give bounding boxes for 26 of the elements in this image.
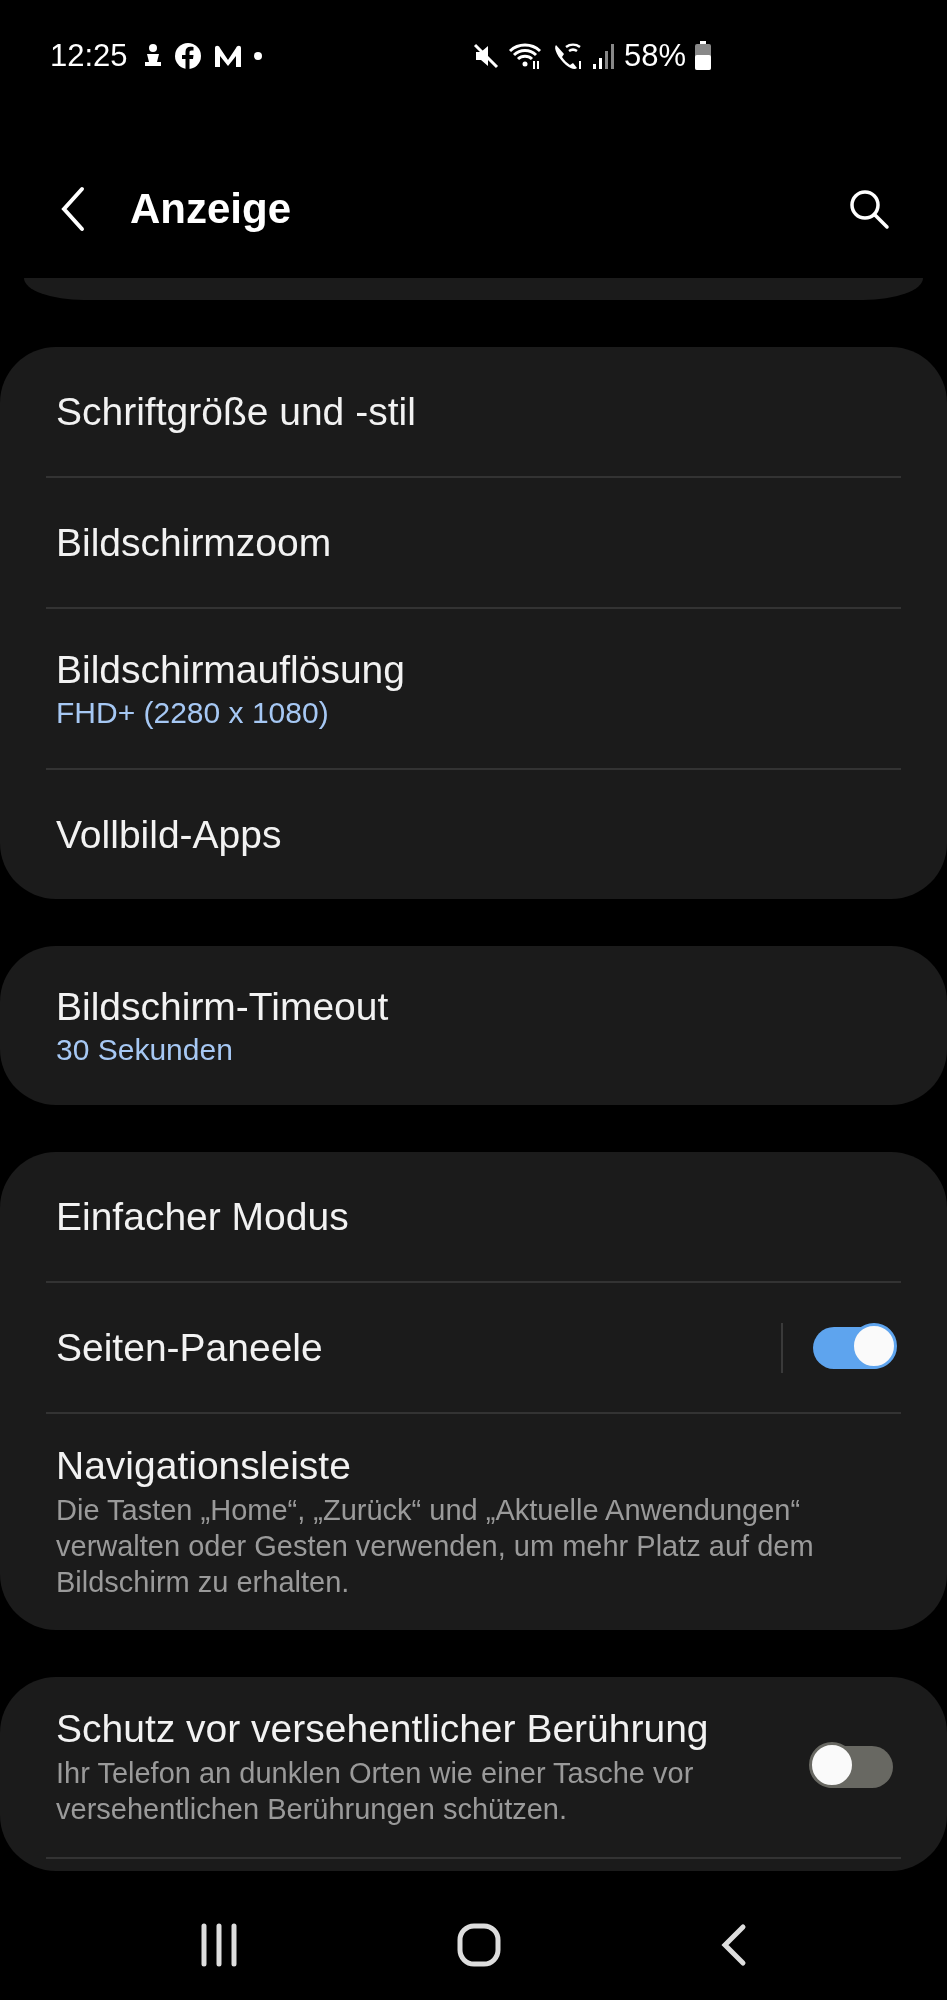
- back-nav-button[interactable]: [719, 1923, 748, 1967]
- page-title: Anzeige: [130, 185, 293, 233]
- setting-value: 30 Sekunden: [56, 1032, 234, 1067]
- setting-title[interactable]: Schriftgröße und -stil: [56, 389, 893, 434]
- setting-value: FHD+ (2280 x 1080): [56, 695, 330, 730]
- battery-percentage: 58%: [623, 38, 686, 74]
- signal-icon: [591, 42, 616, 70]
- setting-description: Ihr Telefon an dunklen Orten wie einer Tasche vor versehentlichen Berührungen schützen.: [56, 1756, 695, 1827]
- setting-title[interactable]: Einfacher Modus: [56, 1194, 893, 1239]
- status-time: 12:25: [50, 38, 128, 74]
- setting-title[interactable]: Vollbild-Apps: [56, 812, 893, 857]
- battery-icon: [694, 41, 712, 71]
- mute-icon: [471, 42, 500, 70]
- setting-description: Die Tasten „Home“, „Zurück“ und „Aktuelle Anwendungen“ verwalten oder Gesten verwenden, um mehr Platz auf dem Bildschirm zu erhalten.: [56, 1493, 815, 1600]
- setting-title[interactable]: Seiten-Paneele: [56, 1325, 761, 1370]
- setting-title[interactable]: Bildschirm-Timeout: [56, 984, 893, 1029]
- setting-title[interactable]: Navigationsleiste: [56, 1444, 893, 1488]
- circle-f-icon: [173, 42, 202, 70]
- search-icon[interactable]: [847, 187, 891, 231]
- wifi-icon: [507, 41, 544, 71]
- home-button[interactable]: [457, 1923, 502, 1967]
- notification-dot-icon: [253, 52, 262, 60]
- setting-title[interactable]: Bildschirmauflösung: [56, 647, 893, 692]
- setting-title[interactable]: Schutz vor versehentlicher Berührung: [56, 1707, 783, 1751]
- recent-apps-button[interactable]: [199, 1923, 240, 1967]
- setting-title[interactable]: Bildschirmzoom: [56, 520, 893, 565]
